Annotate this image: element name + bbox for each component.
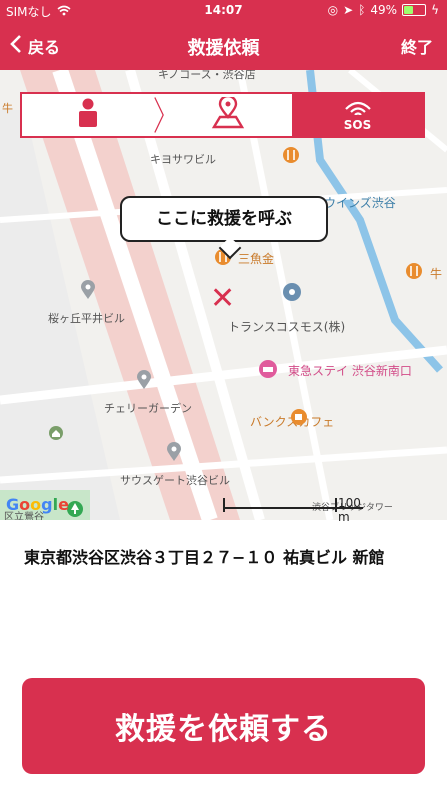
status-bar: SIMなし 14:07 ◎ ➤ ᛒ 49% ϟ	[0, 0, 447, 22]
map-label-ushi-left: 牛	[2, 102, 13, 115]
step-location	[164, 94, 292, 136]
map-label-cherry: チェリーガーデン	[104, 402, 192, 415]
charging-icon: ϟ	[431, 3, 439, 17]
map-label-kinokos: キノコース・渋谷店	[158, 70, 256, 81]
map-label-southgate: サウスゲート渋谷ビル	[120, 474, 230, 487]
map-label-tokyu: 東急ステイ 渋谷新南口	[288, 364, 412, 378]
map-scale-label: 100 m	[338, 496, 361, 524]
progress-steps: SOS	[20, 92, 425, 138]
bluetooth-icon: ᛒ	[358, 3, 366, 17]
map-label-transcosmos: トランスコスモス(株)	[228, 320, 346, 334]
map-label-winds: ウインズ渋谷	[324, 196, 396, 210]
battery-icon	[402, 4, 427, 16]
google-logo: Google	[6, 495, 69, 514]
end-button[interactable]: 終了	[401, 34, 433, 58]
person-icon	[77, 98, 99, 132]
step-person	[22, 94, 154, 136]
lock-rotation-icon: ◎	[327, 3, 339, 17]
sos-label: SOS	[343, 117, 372, 132]
map-scale: 100 m	[223, 496, 373, 524]
map-pin-icon	[210, 94, 246, 133]
map-label-ushi-right: 牛	[430, 267, 443, 281]
map-callout: ここに救援を呼ぶ	[120, 196, 328, 242]
page-title: 救援依頼	[187, 38, 260, 59]
map-label-sakuragaoka: 桜ヶ丘平井ビル	[48, 312, 125, 325]
step-divider	[154, 94, 164, 136]
address-text: 東京都渋谷区渋谷３丁目２７−１０ 祐真ビル 新館	[24, 548, 385, 567]
map-label-kiyosa: キヨサワビル	[150, 153, 216, 166]
step-sos: SOS	[292, 94, 423, 136]
request-rescue-button[interactable]: 救援を依頼する	[22, 678, 425, 774]
navigation-bar: 戻る 救援依頼 終了	[0, 22, 447, 70]
target-x-icon: ✕	[210, 281, 236, 316]
sos-signal-icon	[343, 99, 373, 118]
location-arrow-icon: ➤	[343, 3, 354, 17]
battery-percent: 49%	[370, 3, 398, 17]
map-label-sanuokin: 三魚金	[238, 252, 275, 266]
request-rescue-label: 救援を依頼する	[115, 712, 332, 747]
